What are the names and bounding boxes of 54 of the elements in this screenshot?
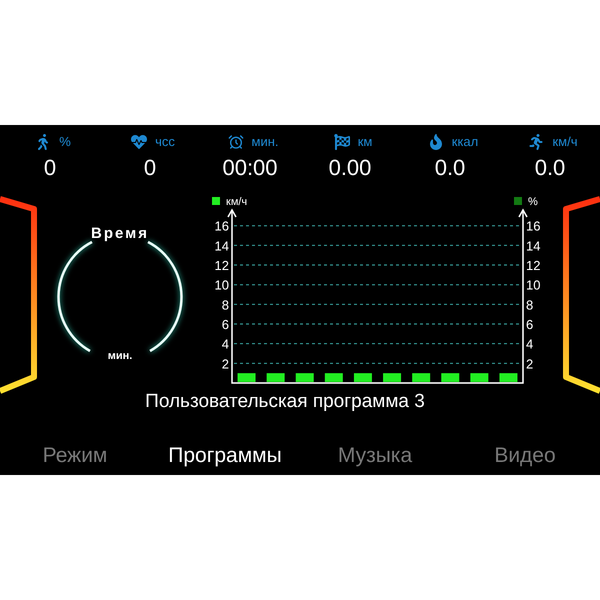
bar	[266, 373, 285, 382]
stat-unit: мин.	[252, 133, 278, 152]
axis-tick-label: 8	[526, 297, 534, 312]
axis-tick-label: 16	[214, 218, 229, 234]
bar	[383, 373, 402, 382]
stat-value: 0.00	[328, 154, 372, 182]
axis-tick-label: 6	[526, 317, 534, 332]
program-title: Пользовательская программа 3	[145, 391, 425, 413]
stat-unit: ккал	[452, 133, 478, 152]
bar	[324, 373, 343, 382]
legend-label: км/ч	[226, 196, 248, 208]
bar	[238, 373, 256, 382]
stat-value: 0.0	[434, 154, 466, 182]
axis-tick-label: 14	[214, 238, 229, 254]
axis-tick-label: 4	[222, 336, 229, 352]
axis-tick-label: 6	[222, 317, 229, 332]
stat-unit: км/ч	[552, 133, 578, 152]
stat-value: 0	[144, 154, 156, 182]
bar	[412, 373, 430, 382]
axis-tick-label: 2	[526, 356, 534, 372]
axis-tick-label: 10	[214, 278, 229, 293]
checkered-flag-icon	[334, 134, 350, 150]
heart-pulse-icon	[131, 134, 148, 150]
tab[interactable]: Музыка	[300, 441, 450, 471]
alarm-clock-icon	[228, 134, 244, 150]
axis-tick-label: 14	[526, 238, 540, 254]
stat-unit: чсс	[155, 133, 175, 152]
legend-label: %	[528, 196, 538, 208]
axis-tick-label: 16	[526, 218, 540, 234]
axis-tick-label: 12	[214, 258, 229, 274]
stat-value: 0	[44, 154, 56, 182]
flame-icon	[428, 134, 444, 150]
bar	[441, 373, 460, 382]
bar	[296, 373, 314, 382]
tab[interactable]: Режим	[0, 441, 150, 471]
legend-swatch	[514, 197, 522, 205]
stat-unit: км	[358, 133, 372, 152]
gauge-title: Время	[90, 225, 150, 243]
bar	[470, 373, 488, 382]
axis-tick-label: 2	[222, 356, 229, 372]
tab[interactable]: Видео	[450, 441, 600, 471]
bar	[499, 373, 518, 382]
running-person-icon	[528, 134, 544, 150]
axis-tick-label: 8	[222, 297, 229, 312]
axis-tick-label: 10	[526, 278, 540, 293]
axis-tick-label: 12	[526, 258, 540, 274]
stat-value: 0.0	[534, 154, 566, 182]
gauge-unit: мин.	[106, 349, 134, 363]
stat-value: 00:00	[222, 154, 278, 182]
tab[interactable]: Программы	[150, 441, 300, 471]
legend-swatch	[212, 197, 220, 205]
axis-tick-label: 4	[526, 336, 534, 352]
stat-unit: %	[59, 133, 71, 152]
bar	[354, 373, 372, 382]
